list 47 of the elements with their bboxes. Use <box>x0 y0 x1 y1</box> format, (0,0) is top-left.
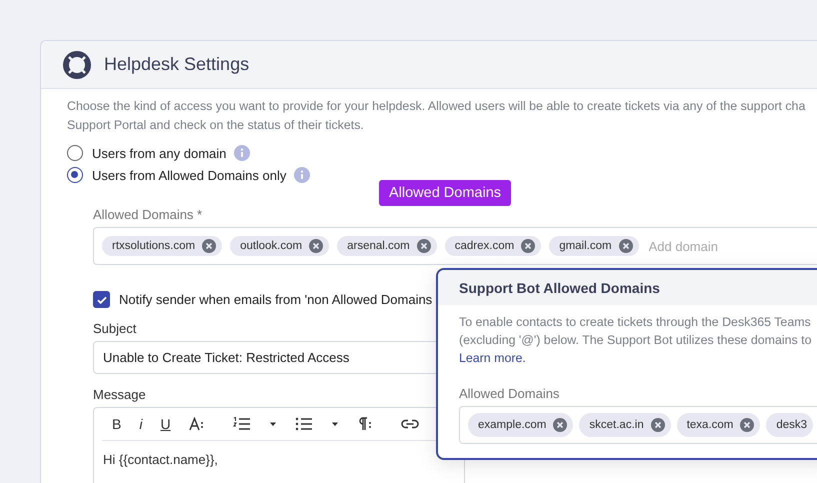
checkbox[interactable] <box>93 291 110 308</box>
remove-icon[interactable] <box>650 418 665 432</box>
domain-chip: rtxsolutions.com <box>102 236 222 256</box>
radio-button[interactable] <box>67 145 83 161</box>
field-label: Subject <box>93 321 136 336</box>
domain-chip: example.com <box>468 413 574 437</box>
format-button[interactable]: U <box>160 416 171 432</box>
card-title: Helpdesk Settings <box>104 54 250 75</box>
bullet-list-icon[interactable] <box>294 417 313 431</box>
font-size-icon[interactable] <box>188 417 205 431</box>
domain-chip: gmail.com <box>549 236 639 256</box>
remove-icon[interactable] <box>521 239 536 253</box>
field-label: Allowed Domains * <box>93 207 202 222</box>
domain-chip: outlook.com <box>230 236 330 256</box>
domain-chip: arsenal.com <box>337 236 437 256</box>
checkbox-label: Notify sender when emails from 'non Allowed Domains <box>119 292 432 307</box>
domains-field[interactable]: example.com skcet.ac.in texa.com desk3 <box>459 406 817 444</box>
domain-chip: texa.com <box>676 413 760 437</box>
description-text: Choose the kind of access you want to provide for your helpdesk. Allowed users will be able to create tickets via any of the support cha <box>67 98 806 115</box>
radio-label: Users from any domain <box>92 146 226 160</box>
field-label: Allowed Domains <box>459 385 560 403</box>
description-text: To enable contacts to create tickets through the Desk365 Teams <box>459 314 812 331</box>
caret-icon[interactable] <box>268 421 277 427</box>
description-text: Support Portal and check on the status of their tickets. <box>67 117 365 134</box>
format-button[interactable]: i <box>139 416 142 432</box>
radio-button[interactable] <box>67 167 83 183</box>
remove-icon[interactable] <box>618 239 633 253</box>
remove-icon[interactable] <box>553 418 568 432</box>
remove-icon[interactable] <box>202 239 216 253</box>
message-text: Hi {{contact.name}}, <box>102 451 219 469</box>
remove-icon[interactable] <box>740 418 754 432</box>
numbered-list-icon[interactable] <box>232 417 251 431</box>
remove-icon[interactable] <box>309 239 324 253</box>
panel-title: Support Bot Allowed Domains <box>459 280 660 296</box>
lifebuoy-icon <box>63 50 91 78</box>
paragraph-icon[interactable] <box>356 417 373 431</box>
link-icon[interactable] <box>400 419 419 429</box>
caret-icon[interactable] <box>330 421 339 427</box>
highlight-badge: Allowed Domains <box>379 180 512 206</box>
remove-icon[interactable] <box>416 239 431 253</box>
domains-field[interactable]: rtxsolutions.com outlook.com arsenal.com cadrex.com gmail.com Add domain <box>93 227 817 265</box>
domain-chip: desk3 <box>766 413 814 437</box>
format-button[interactable]: B <box>112 416 122 432</box>
field-label: Message <box>93 387 146 402</box>
domain-chip: cadrex.com <box>444 236 542 256</box>
radio-label: Users from Allowed Domains only <box>92 168 286 182</box>
domain-chip: skcet.ac.in <box>579 413 671 437</box>
